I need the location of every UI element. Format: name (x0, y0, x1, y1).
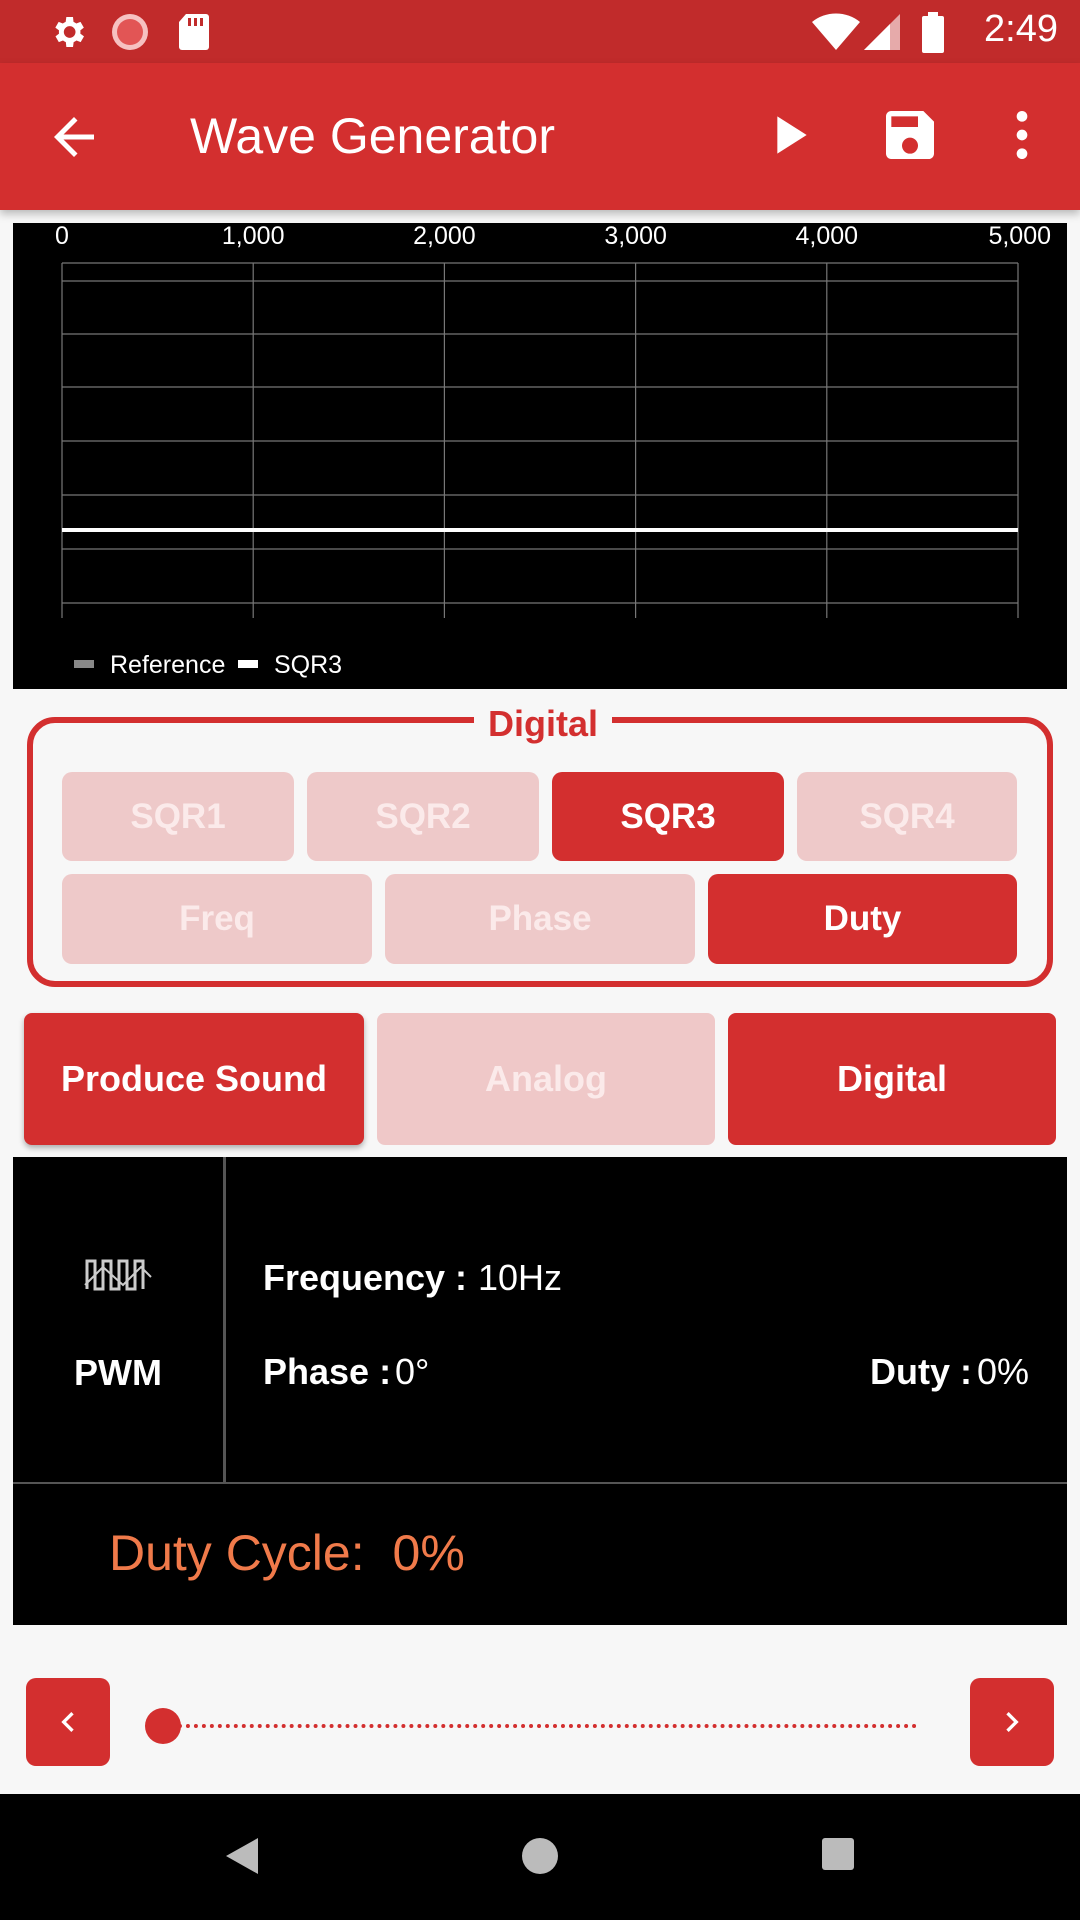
phase-label: Phase : (263, 1351, 392, 1392)
battery-icon (922, 12, 944, 53)
chevron-left-icon (61, 1712, 74, 1732)
param-button-phase[interactable]: Phase (385, 874, 695, 964)
back-arrow-icon[interactable] (44, 107, 104, 167)
nav-back-icon[interactable] (222, 1834, 262, 1878)
system-nav-bar (0, 1794, 1080, 1920)
duty-cycle-panel: Duty Cycle: 0% (13, 1484, 1067, 1625)
chevron-right-icon (1006, 1712, 1019, 1732)
x-tick-label: 4,000 (796, 223, 859, 250)
legend-swatch (238, 660, 258, 668)
pwm-wave-icon (84, 1259, 152, 1291)
record-icon (112, 14, 148, 50)
app-bar: Wave Generator (0, 63, 1080, 210)
frequency-value: 10Hz (478, 1257, 563, 1298)
wave-type-label: PWM (74, 1352, 162, 1393)
produce-sound-button[interactable]: Produce Sound (24, 1013, 364, 1145)
decrement-button[interactable] (26, 1678, 110, 1766)
channel-button-sqr1[interactable]: SQR1 (62, 772, 294, 861)
x-tick-label: 5,000 (988, 223, 1051, 250)
increment-button[interactable] (970, 1678, 1054, 1766)
status-bar: 2:49 (0, 0, 1080, 63)
frequency-label: Frequency : (263, 1257, 468, 1298)
play-icon[interactable] (756, 103, 820, 167)
clock: 2:49 (984, 8, 1058, 50)
settings-icon (55, 17, 84, 47)
sd-card-icon (179, 14, 209, 50)
x-tick-label: 0 (55, 223, 69, 250)
duty-slider-row (0, 1660, 1080, 1780)
nav-recents-icon[interactable] (818, 1834, 858, 1874)
legend-swatch (74, 660, 94, 668)
signal-icon (864, 14, 900, 50)
duty-label: Duty : (870, 1351, 972, 1392)
more-vert-icon[interactable] (990, 103, 1054, 167)
wifi-icon (812, 13, 860, 50)
analog-tab[interactable]: Analog (377, 1013, 715, 1145)
slider-track[interactable] (162, 1724, 917, 1728)
slider-thumb[interactable] (145, 1708, 181, 1744)
x-tick-label: 1,000 (222, 223, 285, 250)
wave-info-panel: PWM Frequency : 10Hz Phase : 0° Duty : 0… (13, 1157, 1067, 1485)
digital-tab[interactable]: Digital (728, 1013, 1056, 1145)
channel-button-sqr4[interactable]: SQR4 (797, 772, 1017, 861)
legend-label: SQR3 (274, 651, 342, 679)
digital-panel-label: Digital (474, 703, 613, 745)
page-title: Wave Generator (190, 108, 555, 164)
param-button-freq[interactable]: Freq (62, 874, 372, 964)
x-tick-label: 3,000 (604, 223, 667, 250)
save-icon[interactable] (878, 103, 942, 167)
duty-cycle-readout: Duty Cycle: 0% (109, 1524, 465, 1582)
nav-home-icon[interactable] (518, 1834, 562, 1878)
param-button-duty[interactable]: Duty (708, 874, 1017, 964)
info-divider (223, 1157, 226, 1482)
phase-value: 0° (395, 1351, 430, 1392)
chart-canvas: 0 1,000 2,000 3,000 4,000 5,000 Reference SQR3 (55, 223, 1051, 679)
duty-value: 0% (977, 1351, 1030, 1392)
waveform-chart[interactable]: 0 1,000 2,000 3,000 4,000 5,000 Reference SQR3 (13, 223, 1067, 689)
channel-button-sqr3[interactable]: SQR3 (552, 772, 784, 861)
legend-label: Reference (110, 651, 225, 679)
duty-cycle-value: 0% (392, 1525, 465, 1581)
channel-button-sqr2[interactable]: SQR2 (307, 772, 539, 861)
x-tick-label: 2,000 (413, 223, 476, 250)
duty-cycle-label: Duty Cycle: (109, 1525, 365, 1581)
